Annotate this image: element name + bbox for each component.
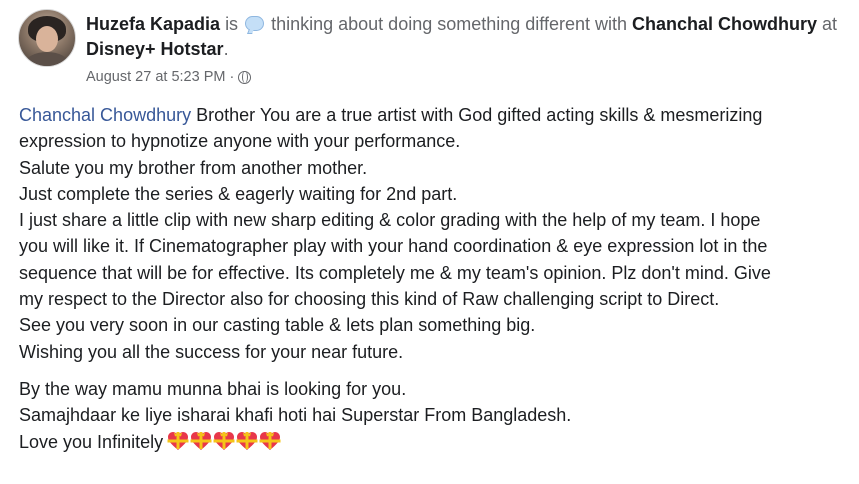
post-line: Wishing you all the success for your nea… bbox=[19, 341, 404, 362]
author-avatar[interactable] bbox=[18, 9, 76, 67]
post-line: Chanchal Chowdhury Brother You are a tru… bbox=[19, 102, 859, 128]
is-text: is bbox=[225, 14, 239, 34]
place-link[interactable]: Disney+ Hotstar bbox=[86, 39, 224, 59]
meta-separator: · bbox=[229, 69, 235, 85]
author-name-link[interactable]: Huzefa Kapadia bbox=[86, 14, 220, 34]
post-line: Love you Infinitely bbox=[19, 429, 859, 455]
post-line-text: Brother You are a true artist with God g… bbox=[191, 105, 763, 125]
post-line: expression to hypnotize anyone with your… bbox=[19, 131, 461, 152]
post-line: By the way mamu munna bhai is looking fo… bbox=[19, 378, 407, 399]
post-header: Huzefa Kapadia is thinking about doing s… bbox=[86, 12, 856, 62]
post-body: Chanchal Chowdhury Brother You are a tru… bbox=[19, 102, 859, 455]
at-text: at bbox=[822, 14, 838, 34]
heart-with-ribbon-emoji bbox=[167, 431, 189, 451]
mention-link[interactable]: Chanchal Chowdhury bbox=[19, 105, 191, 125]
post-timestamp-link[interactable]: August 27 at 5:23 PM bbox=[86, 69, 225, 85]
post-line-text: Love you Infinitely bbox=[19, 431, 164, 452]
facebook-post: Huzefa Kapadia is thinking about doing s… bbox=[0, 0, 859, 484]
heart-with-ribbon-emoji bbox=[259, 431, 281, 451]
heart-with-ribbon-emoji bbox=[213, 431, 235, 451]
heart-with-ribbon-emoji bbox=[236, 431, 258, 451]
emoji-group bbox=[167, 431, 281, 451]
post-line: Samajhdaar ke liye isharai khafi hoti ha… bbox=[19, 405, 572, 426]
globe-icon[interactable] bbox=[238, 70, 252, 84]
post-line: my respect to the Director also for choo… bbox=[19, 289, 720, 310]
post-meta: August 27 at 5:23 PM · bbox=[86, 69, 252, 85]
post-line: I just share a little clip with new shar… bbox=[19, 210, 761, 231]
post-line: Just complete the series & eagerly waiti… bbox=[19, 183, 458, 204]
thought-bubble-icon bbox=[245, 16, 265, 31]
tagged-person-link[interactable]: Chanchal Chowdhury bbox=[632, 14, 817, 34]
activity-text: thinking about doing something different… bbox=[271, 14, 627, 34]
post-line: sequence that will be for effective. Its… bbox=[19, 262, 771, 283]
heart-with-ribbon-emoji bbox=[190, 431, 212, 451]
post-line: Salute you my brother from another mothe… bbox=[19, 157, 368, 178]
post-line: See you very soon in our casting table &… bbox=[19, 315, 536, 336]
header-period: . bbox=[223, 39, 229, 59]
post-line: you will like it. If Cinematographer pla… bbox=[19, 236, 768, 257]
